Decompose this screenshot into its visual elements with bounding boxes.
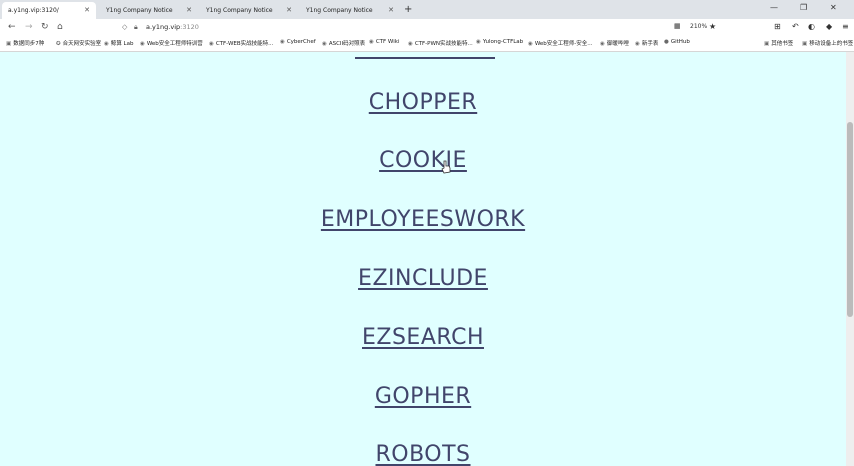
bookmark-item[interactable]: ▣ 数据同步7种 (6, 39, 44, 47)
bookmark-label: CTF-PWN实战技能特... (414, 41, 473, 47)
bookmark-label: CTF Wiki (375, 39, 400, 45)
globe-icon: ◉ (635, 41, 640, 47)
bookmark-item[interactable]: ◉ Yulong-CTFLab (476, 39, 523, 45)
globe-icon: ◉ (322, 41, 327, 47)
challenge-link-employeeswork[interactable]: EMPLOYEESWORK (0, 207, 846, 232)
bookmark-item[interactable]: ◉ 鲸算 Lab (104, 39, 134, 47)
tab-label: Y1ng Company Notice (306, 7, 373, 14)
bookmark-label: GitHub (670, 39, 690, 45)
address-bar[interactable]: a.y1ng.vip:3120 (146, 23, 199, 31)
close-tab-icon[interactable]: ✕ (388, 2, 394, 19)
bookmark-folder[interactable]: ▣ 其他书签 (764, 39, 793, 47)
bookmark-label: 御暖哔哩 (606, 41, 629, 47)
shield-icon[interactable]: ◇ (122, 23, 127, 31)
profile-icon[interactable]: ◆ (826, 22, 832, 31)
crop-icon[interactable]: ⊞ (774, 22, 781, 31)
globe-icon: ◉ (476, 39, 481, 45)
toolbar: ← → ↻ ⌂ ◇ 🔒︎ a.y1ng.vip:3120 ▦ 210% ★ ⊞ … (0, 19, 854, 37)
close-tab-icon[interactable]: ✕ (84, 2, 90, 19)
challenge-link-gopher[interactable]: GOPHER (0, 384, 846, 409)
globe-icon: ◉ (140, 41, 145, 47)
globe-icon: ◉ (408, 41, 413, 47)
zoom-level[interactable]: 210% (690, 23, 707, 30)
undo-icon[interactable]: ↶ (792, 22, 799, 31)
new-tab-icon[interactable]: + (404, 2, 412, 17)
tab-label: Y1ng Company Notice (106, 7, 173, 14)
bookmark-item[interactable]: ◉ 新手表 (635, 39, 658, 47)
url-rest: :3120 (180, 23, 199, 31)
bookmark-item[interactable]: ◉ Web安全工程师-安全... (528, 39, 593, 47)
bookmarks-bar: ▣ 数据同步7种 ✪ 合天网安实验室 ◉ 鲸算 Lab ◉ Web安全工程师特训营 ◉ C… (0, 37, 854, 52)
globe-icon: ◉ (600, 41, 605, 47)
globe-icon: ◉ (209, 41, 214, 47)
challenge-link-ezinclude[interactable]: EZINCLUDE (0, 266, 846, 291)
bookmark-item[interactable]: ◉ CTF-PWN实战技能特... (408, 39, 473, 47)
bookmark-item[interactable]: ◉ CTF Wiki (369, 39, 399, 45)
bookmark-item[interactable]: ◉ ASCII码对照表 (322, 39, 365, 47)
bookmark-label: ASCII码对照表 (328, 41, 366, 47)
tab[interactable]: Y1ng Company Notice ✕ (100, 2, 198, 19)
minimize-icon[interactable]: — (770, 3, 778, 12)
url-host: a.y1ng.vip (146, 23, 181, 31)
restore-icon[interactable]: ❐ (800, 3, 807, 12)
menu-icon[interactable]: ≡ (842, 22, 849, 31)
globe-icon: ◉ (369, 39, 374, 45)
bookmark-item[interactable]: ◉ CyberChef (280, 39, 316, 45)
bookmark-item[interactable]: ◉ Web安全工程师特训营 (140, 39, 203, 47)
bookmark-item[interactable]: ◉ CTF-WEB实战技能特... (209, 39, 273, 47)
scrollbar-thumb[interactable] (847, 122, 853, 317)
globe-icon: ◉ (528, 41, 533, 47)
page-content: CHOPPER COOKIE EMPLOYEESWORK EZINCLUDE E… (0, 52, 846, 466)
bookmark-label: 合天网安实验室 (62, 41, 102, 47)
previous-link-cutoff (355, 52, 495, 61)
tab-label: a.y1ng.vip:3120/ (8, 7, 59, 14)
bookmark-label: Web安全工程师-安全... (534, 41, 593, 47)
globe-icon: ◉ (104, 41, 109, 47)
window-close-icon[interactable]: ✕ (830, 3, 837, 12)
folder-icon: ▣ (6, 41, 12, 47)
reload-icon[interactable]: ↻ (41, 22, 49, 32)
github-icon: ● (664, 39, 669, 45)
bookmark-item[interactable]: ◉ 御暖哔哩 (600, 39, 629, 47)
home-icon[interactable]: ⌂ (57, 22, 63, 32)
lock-icon[interactable]: 🔒︎ (134, 23, 138, 32)
close-tab-icon[interactable]: ✕ (186, 2, 192, 19)
folder-icon: ▣ (802, 41, 808, 47)
bookmark-label: 数据同步7种 (13, 41, 45, 47)
bookmark-label: 其他书签 (771, 41, 794, 47)
challenge-link-ezsearch[interactable]: EZSEARCH (0, 325, 846, 350)
tab-active[interactable]: a.y1ng.vip:3120/ ✕ (2, 2, 96, 19)
bookmark-star-icon[interactable]: ★ (709, 22, 716, 31)
bookmark-folder[interactable]: ▣ 移动设备上的书签 (802, 39, 853, 47)
forward-icon[interactable]: → (25, 22, 33, 32)
challenge-link-cookie[interactable]: COOKIE (0, 148, 846, 173)
bookmark-label: 移动设备上的书签 (809, 41, 854, 47)
bookmark-label: CyberChef (286, 39, 316, 45)
challenge-link-chopper[interactable]: CHOPPER (0, 90, 846, 115)
challenge-link-robots[interactable]: ROBOTS (0, 442, 846, 466)
extension-icon[interactable]: ◐ (808, 22, 815, 31)
bookmark-label: CTF-WEB实战技能特... (215, 41, 274, 47)
close-tab-icon[interactable]: ✕ (286, 2, 292, 19)
bookmark-label: Yulong-CTFLab (482, 39, 524, 45)
tab[interactable]: Y1ng Company Notice ✕ (300, 2, 400, 19)
bookmark-item[interactable]: ✪ 合天网安实验室 (56, 39, 101, 47)
globe-icon: ◉ (280, 39, 285, 45)
bookmark-label: 新手表 (641, 41, 659, 47)
star-icon: ✪ (56, 41, 61, 47)
translate-icon[interactable]: ▦ (674, 22, 681, 30)
tab-strip: a.y1ng.vip:3120/ ✕ Y1ng Company Notice ✕… (0, 0, 854, 19)
hand-cursor-icon (441, 160, 451, 174)
bookmark-label: 鲸算 Lab (110, 41, 134, 47)
folder-icon: ▣ (764, 41, 770, 47)
back-icon[interactable]: ← (8, 22, 16, 32)
bookmark-item[interactable]: ● GitHub (664, 39, 690, 45)
tab-label: Y1ng Company Notice (206, 7, 273, 14)
tab[interactable]: Y1ng Company Notice ✕ (200, 2, 298, 19)
bookmark-label: Web安全工程师特训营 (146, 41, 203, 47)
